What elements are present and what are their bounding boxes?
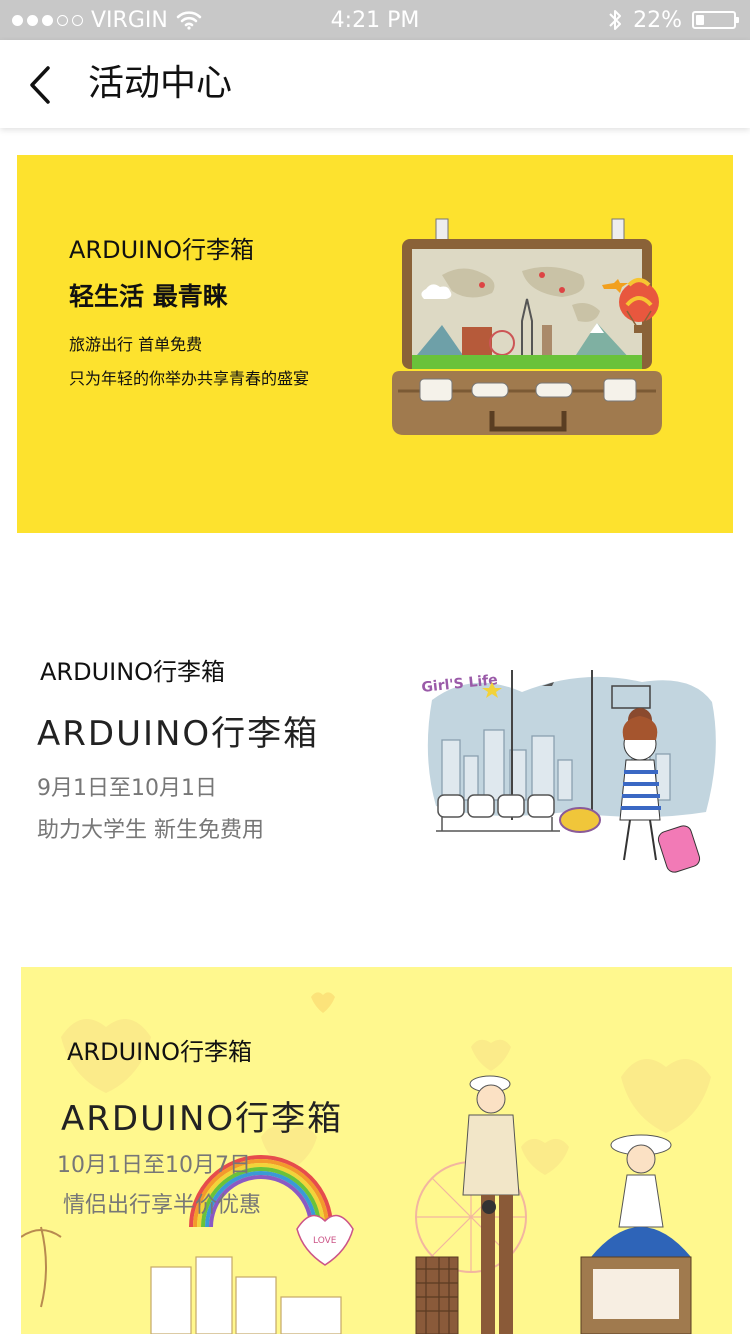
activity-card-travel[interactable]: ARDUINO行李箱 轻生活 最青睐 旅游出行 首单免费 只为年轻的你举办共享青… (17, 155, 733, 533)
love-heart-text: LOVE (313, 1236, 337, 1246)
card-line: 只为年轻的你举办共享青春的盛宴 (69, 369, 310, 388)
chevron-left-icon (30, 66, 50, 104)
page-title: 活动中心 (88, 63, 233, 104)
card-subtitle: 情侣出行享半价优惠 (63, 1193, 262, 1218)
card-brand: ARDUINO行李箱 (40, 658, 226, 686)
status-right: 22% (607, 0, 739, 40)
girls-life-illustration: Girl'S Life (421, 670, 716, 873)
status-bar: VIRGIN 4:21 PM 22% (0, 0, 750, 40)
battery-icon (692, 11, 739, 29)
card-title: ARDUINO行李箱 (37, 714, 320, 754)
back-button[interactable] (22, 62, 66, 106)
nav-bar: 活动中心 (0, 40, 750, 128)
card-line: 旅游出行 首单免费 (69, 335, 203, 354)
suitcase-illustration (392, 218, 662, 435)
activity-card-students[interactable]: ARDUINO行李箱 ARDUINO行李箱 9月1日至10月1日 助力大学生 新… (0, 620, 750, 900)
card-brand: ARDUINO行李箱 (67, 1038, 253, 1066)
card-brand: ARDUINO行李箱 (69, 236, 255, 264)
battery-percent: 22% (633, 7, 682, 33)
card-dates: 10月1日至10月7日 (57, 1153, 251, 1178)
card-headline: 轻生活 最青睐 (69, 282, 228, 311)
activity-card-couples[interactable]: LOVE ARDUINO行李箱 ARDUINO行李箱 10月1日至10月7日 情… (21, 967, 732, 1334)
card-title: ARDUINO行李箱 (61, 1099, 344, 1139)
card-subtitle: 助力大学生 新生免费用 (37, 818, 264, 843)
card-dates: 9月1日至10月1日 (37, 776, 217, 801)
bluetooth-icon (609, 10, 622, 30)
